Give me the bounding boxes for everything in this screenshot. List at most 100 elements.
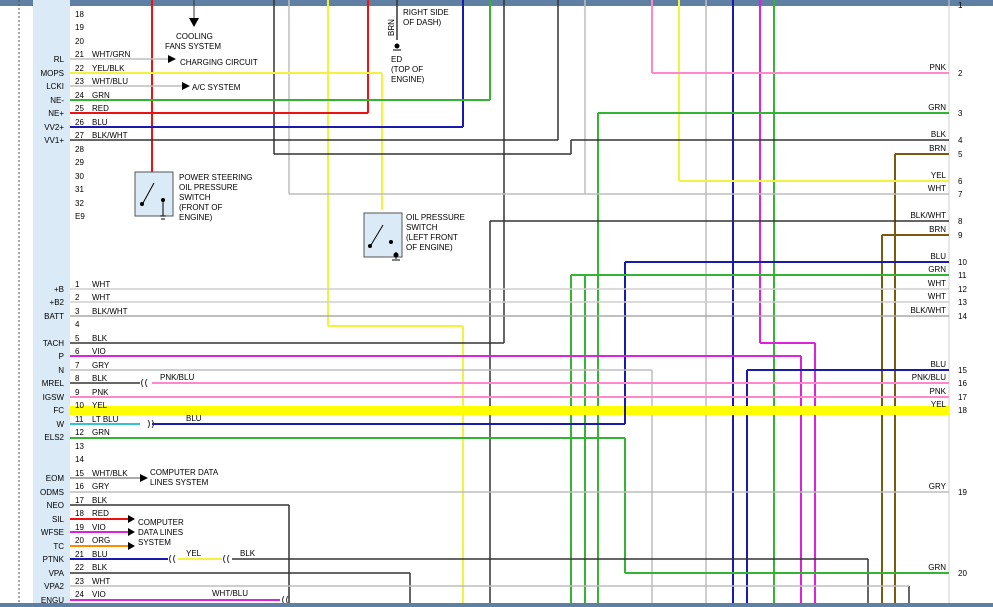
oil-switch-label: SWITCH: [406, 223, 438, 232]
right-wire-color: BRN: [929, 144, 946, 153]
wire-color-label: RED: [92, 509, 109, 518]
right-wire-number: 10: [958, 258, 967, 267]
pin-label: NEO: [47, 501, 64, 510]
pin-number: 7: [75, 361, 80, 370]
wire-color-label: ORG: [92, 536, 110, 545]
connector-name: E9: [75, 212, 85, 221]
pin-number: 17: [75, 496, 84, 505]
right-wire-color: PNK/BLU: [912, 373, 946, 382]
right-wire-number: 5: [958, 150, 963, 159]
wire-color-label: WHT/GRN: [92, 50, 130, 59]
pin-label: VPA: [49, 569, 65, 578]
pin-number: 23: [75, 77, 84, 86]
wire-color-label: YEL/BLK: [92, 64, 125, 73]
right-wire-number: 14: [958, 312, 967, 321]
window-frame-bottom: [0, 603, 993, 607]
wire-color-label: VIO: [92, 590, 106, 599]
wire-color-label: YEL: [92, 401, 108, 410]
pin-number: 8: [75, 374, 80, 383]
wire-color-label: GRN: [92, 428, 110, 437]
pin-label: RL: [54, 55, 65, 64]
pin-number: 25: [75, 104, 84, 113]
ps-switch-label: SWITCH: [179, 193, 211, 202]
pin-number: 18: [75, 509, 84, 518]
pin-number: 12: [75, 428, 84, 437]
vertical-wires: [151, 0, 950, 607]
computer-data-lines-label: COMPUTER: [138, 518, 184, 527]
right-wire-color: WHT: [928, 292, 946, 301]
pin-label: VV1+: [44, 136, 64, 145]
pin-number: 30: [75, 172, 84, 181]
pin-number: 22: [75, 563, 84, 572]
pin-number: 29: [75, 158, 84, 167]
pin-label: NE-: [50, 96, 64, 105]
right-wire-color: WHT: [928, 279, 946, 288]
pin-number: 28: [75, 145, 84, 154]
wire-color-label: WHT/BLK: [92, 469, 128, 478]
wiring-diagram: RL MOPS LCKI NE- NE+ VV2+ VV1+ 18 19 20 …: [18, 0, 967, 607]
pin-label: TACH: [43, 339, 64, 348]
pin-number: 15: [75, 469, 84, 478]
pin-label: ELS2: [44, 433, 64, 442]
cooling-fans-label: FANS SYSTEM: [165, 42, 221, 51]
pin-number: 24: [75, 91, 84, 100]
computer-data-lines-label: COMPUTER DATA: [150, 468, 219, 477]
right-wire-color: BRN: [929, 225, 946, 234]
wire-color-label: GRY: [92, 482, 110, 491]
computer-data-lines-label: DATA LINES: [138, 528, 183, 537]
right-wire-number: 8: [958, 217, 963, 226]
pin-number: 14: [75, 455, 84, 464]
oil-pressure-switch-icon: [363, 212, 403, 261]
charging-circuit-label: CHARGING CIRCUIT: [180, 58, 258, 67]
right-wire-number: 3: [958, 109, 963, 118]
right-wire-number: 7: [958, 190, 963, 199]
ground-label: ED: [391, 55, 402, 64]
right-wire-color: BLU: [930, 252, 946, 261]
pin-label: MREL: [42, 379, 65, 388]
pin-number: 5: [75, 334, 80, 343]
wire-color-label: WHT: [92, 293, 110, 302]
pin-number: 19: [75, 523, 84, 532]
wire-color-label: BLU: [92, 550, 108, 559]
splice-wire-label: PNK/BLU: [160, 373, 194, 382]
pin-number: 21: [75, 50, 84, 59]
right-wire-number: 15: [958, 366, 967, 375]
right-wire-color: GRN: [928, 563, 946, 572]
wire-color-label: WHT: [92, 577, 110, 586]
pin-label: N: [58, 366, 64, 375]
computer-data-lines-label: LINES SYSTEM: [150, 478, 209, 487]
pin-number: 1: [75, 280, 80, 289]
right-wire-number: 17: [958, 393, 967, 402]
pin-label: VV2+: [44, 123, 64, 132]
wire-color-label: GRN: [92, 91, 110, 100]
wire-color-label: BLK/WHT: [92, 131, 128, 140]
pin-number: 9: [75, 388, 80, 397]
pin-label: +B2: [50, 298, 65, 307]
pin-label: W: [56, 420, 64, 429]
pin-label: FC: [53, 406, 64, 415]
wire-color-label: WHT: [92, 280, 110, 289]
ground-label: ENGINE): [391, 75, 425, 84]
ps-switch-label: POWER STEERING: [179, 173, 252, 182]
right-wire-number: 4: [958, 136, 963, 145]
pin-number: 27: [75, 131, 84, 140]
oil-switch-label: (LEFT FRONT: [406, 233, 458, 242]
pin-number: 4: [75, 320, 80, 329]
wire-color-label: BLK/WHT: [92, 307, 128, 316]
right-wire-number: 19: [958, 488, 967, 497]
right-wire-color: BLK: [931, 130, 947, 139]
right-wire-number: 9: [958, 231, 963, 240]
pin-label: SIL: [52, 515, 65, 524]
pin-label: NE+: [48, 109, 64, 118]
pin-number: 10: [75, 401, 84, 410]
pin-label: ODMS: [40, 488, 64, 497]
power-steering-switch-icon: [134, 166, 174, 220]
pin-number: 31: [75, 185, 84, 194]
pin-label: WFSE: [41, 528, 64, 537]
pin-label: LCKI: [46, 82, 64, 91]
pin-label: IGSW: [43, 393, 65, 402]
pin-number: 2: [75, 293, 80, 302]
splice-wire-label: YEL: [186, 549, 202, 558]
right-wire-number: 2: [958, 69, 963, 78]
pin-number: 3: [75, 307, 80, 316]
